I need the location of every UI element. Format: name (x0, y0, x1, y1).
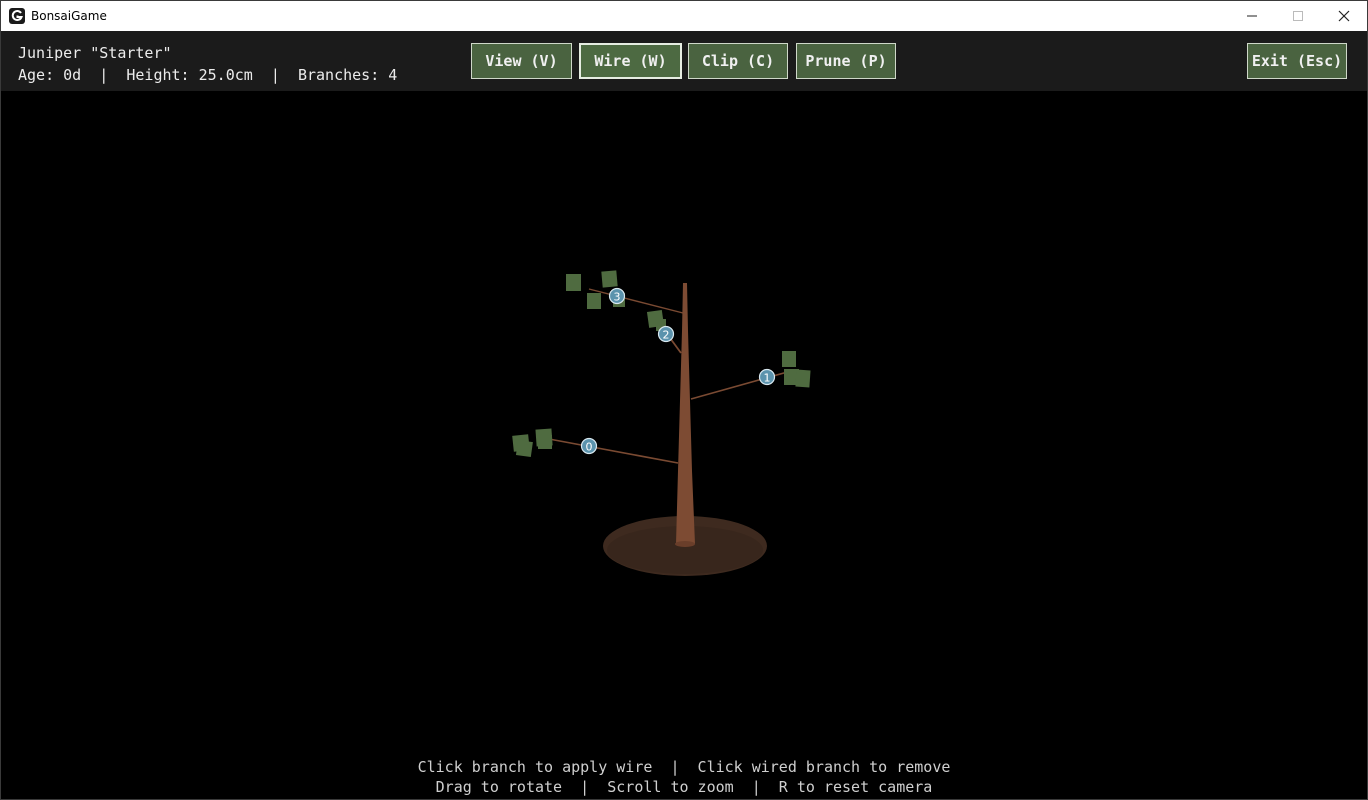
trunk[interactable] (676, 283, 695, 544)
branch-marker-3[interactable]: 3 (608, 287, 626, 305)
game-logo-icon (9, 8, 25, 24)
prune-tool-button[interactable]: Prune (P) (796, 43, 896, 79)
foliage-branch-0 (512, 428, 553, 458)
hint-line-wire: Click branch to apply wire | Click wired… (417, 758, 951, 776)
exit-button[interactable]: Exit (Esc) (1247, 43, 1347, 79)
trunk-base (675, 541, 695, 547)
window-title: BonsaiGame (31, 9, 107, 23)
close-button[interactable] (1321, 1, 1367, 31)
maximize-button[interactable] (1275, 1, 1321, 31)
game-viewport[interactable]: 0 1 2 3 (1, 91, 1367, 800)
branch-marker-0[interactable]: 0 (580, 437, 598, 455)
branch-marker-1[interactable]: 1 (758, 368, 776, 386)
stat-separator: | (99, 66, 109, 84)
branch-marker-label: 1 (764, 372, 771, 385)
tree-stats: Age: 0d | Height: 25.0cm | Branches: 4 (18, 66, 397, 84)
title-bar[interactable]: BonsaiGame (1, 1, 1367, 31)
wire-tool-button[interactable]: Wire (W) (579, 43, 682, 79)
stat-separator: | (270, 66, 280, 84)
branch-0[interactable] (548, 438, 679, 464)
hint-line-camera: Drag to rotate | Scroll to zoom | R to r… (435, 778, 933, 796)
bonsai-scene[interactable]: 0 1 2 3 (1, 91, 1367, 800)
branch-marker-label: 0 (586, 441, 593, 454)
close-icon (1338, 10, 1350, 22)
window-controls (1229, 1, 1367, 31)
height-stat: Height: 25.0cm (126, 66, 253, 84)
clip-tool-button[interactable]: Clip (C) (688, 43, 788, 79)
game-window: BonsaiGame Juniper "Starter" Age: 0d | H… (0, 0, 1368, 800)
tree-name: Juniper "Starter" (18, 44, 172, 62)
age-stat: Age: 0d (18, 66, 82, 84)
branches-stat: Branches: 4 (297, 66, 398, 84)
minimize-icon (1247, 15, 1257, 17)
hud-bar: Juniper "Starter" Age: 0d | Height: 25.0… (1, 31, 1367, 91)
maximize-icon (1293, 11, 1303, 21)
foliage-branch-1 (782, 351, 811, 388)
branch-marker-2[interactable]: 2 (657, 325, 675, 343)
view-tool-button[interactable]: View (V) (471, 43, 572, 79)
branch-3[interactable] (588, 288, 684, 314)
branch-marker-label: 2 (663, 329, 670, 342)
branch-marker-label: 3 (614, 291, 621, 304)
branch-1[interactable] (690, 370, 792, 400)
minimize-button[interactable] (1229, 1, 1275, 31)
